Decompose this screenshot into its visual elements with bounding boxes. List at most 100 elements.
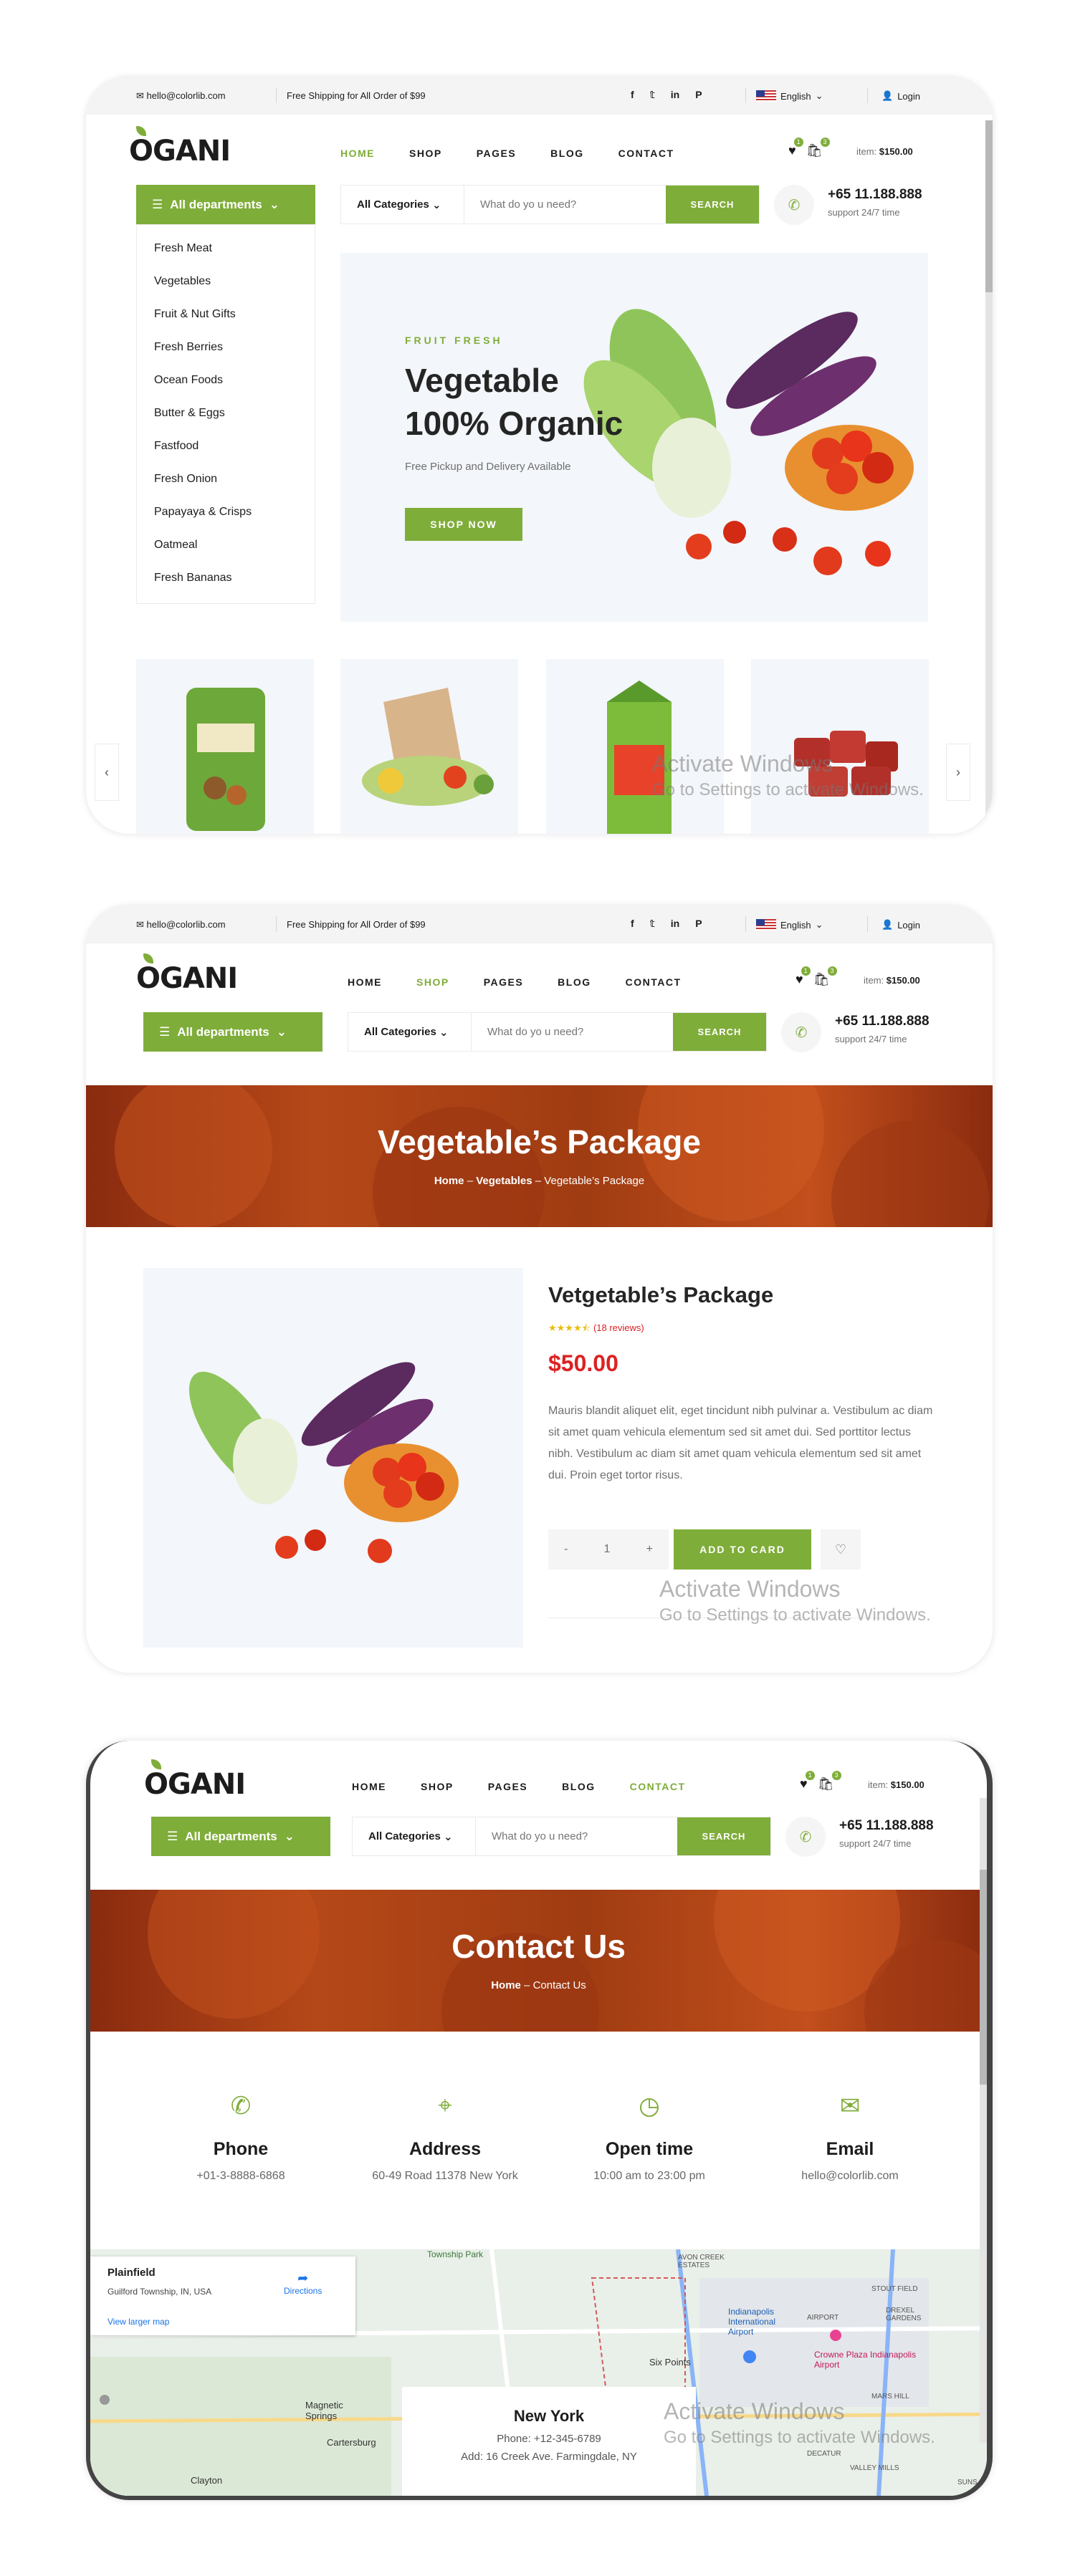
quantity-stepper[interactable]: - 1 + — [548, 1529, 669, 1570]
chevron-left-icon[interactable]: ‹ — [95, 744, 119, 801]
twitter-icon[interactable]: 𝕥 — [650, 918, 655, 930]
contact-item-value: 60-49 Road 11378 New York — [372, 2170, 518, 2182]
login-link[interactable]: 👤 Login — [882, 90, 920, 102]
google-map[interactable]: Plainfield Guilford Township, IN, USA Vi… — [90, 2249, 987, 2496]
facebook-icon[interactable]: f — [631, 918, 634, 930]
twitter-icon[interactable]: 𝕥 — [650, 89, 655, 101]
cart-total: item: $150.00 — [868, 1779, 924, 1790]
language-selector[interactable]: English ⌄ — [756, 90, 823, 102]
divider — [867, 916, 868, 932]
search-button[interactable]: SEARCH — [666, 186, 759, 224]
quantity-value[interactable]: 1 — [604, 1543, 611, 1556]
department-item[interactable]: Butter & Eggs — [154, 397, 315, 430]
pinterest-icon[interactable]: P — [695, 918, 702, 930]
grocery-bag-image — [362, 688, 494, 806]
nav-blog[interactable]: BLOG — [558, 976, 591, 988]
nav-shop[interactable]: SHOP — [416, 976, 449, 988]
pinterest-icon[interactable]: P — [695, 89, 702, 101]
watermark-line2: Go to Settings to activate Windows. — [664, 2428, 935, 2447]
department-item[interactable]: Fastfood — [154, 430, 315, 463]
product-description: Mauris blandit aliquet elit, eget tincid… — [548, 1405, 933, 1481]
heart-icon[interactable]: ♡ — [821, 1529, 861, 1570]
department-item[interactable]: Fresh Meat — [154, 232, 315, 265]
all-departments-button[interactable]: ☰ All departments ⌄ — [151, 1817, 330, 1856]
login-link[interactable]: 👤 Login — [882, 919, 920, 931]
shopping-bag-icon[interactable]: 🛍 3 — [818, 1771, 841, 1792]
breadcrumb-home[interactable]: Home — [434, 1175, 464, 1187]
nav-blog[interactable]: BLOG — [550, 148, 583, 159]
nav-contact[interactable]: CONTACT — [626, 976, 682, 988]
nav-pages[interactable]: PAGES — [488, 1781, 527, 1792]
all-departments-button[interactable]: ☰ All departments ⌄ — [143, 1012, 322, 1052]
breadcrumb-home[interactable]: Home — [491, 1979, 521, 1991]
department-item[interactable]: Fruit & Nut Gifts — [154, 298, 315, 331]
search-input[interactable] — [476, 1817, 677, 1855]
scrollbar[interactable] — [980, 1798, 987, 2443]
nav-pages[interactable]: PAGES — [477, 148, 516, 159]
linkedin-icon[interactable]: in — [671, 918, 679, 930]
search-input[interactable] — [472, 1013, 673, 1051]
divider — [745, 916, 746, 932]
cart-total-value: $150.00 — [890, 1779, 924, 1790]
cart-item-label: item: — [864, 975, 884, 986]
contact-item-label: Address — [408, 2139, 482, 2159]
shopping-bag-icon[interactable]: 🛍 3 — [806, 138, 830, 158]
language-selector[interactable]: English ⌄ — [756, 919, 823, 931]
banner-title: Vegetable’s Package — [378, 1123, 701, 1160]
department-item[interactable]: Ocean Foods — [154, 364, 315, 397]
nav-shop[interactable]: SHOP — [409, 148, 442, 159]
category-select[interactable]: All Categories ⌄ — [348, 1013, 472, 1051]
search-button[interactable]: SEARCH — [677, 1817, 770, 1855]
nav-contact[interactable]: CONTACT — [618, 148, 674, 159]
department-item[interactable]: Fresh Onion — [154, 463, 315, 496]
nav-pages[interactable]: PAGES — [484, 976, 523, 988]
department-item[interactable]: Oatmeal — [154, 529, 315, 562]
site-logo[interactable]: OGANI — [129, 126, 231, 168]
shop-now-button[interactable]: SHOP NOW — [405, 508, 522, 541]
search-input[interactable] — [464, 186, 666, 224]
nav-home[interactable]: HOME — [348, 976, 382, 988]
watermark-line2: Go to Settings to activate Windows. — [659, 1605, 931, 1625]
add-to-cart-button[interactable]: ADD TO CARD — [674, 1529, 811, 1570]
view-larger-map-link[interactable]: View larger map — [108, 2317, 169, 2327]
nav-contact[interactable]: CONTACT — [630, 1781, 686, 1792]
nav-home[interactable]: HOME — [352, 1781, 386, 1792]
review-count[interactable]: (18 reviews) — [593, 1322, 644, 1333]
category-select[interactable]: All Categories ⌄ — [353, 1817, 476, 1855]
scrollbar-thumb[interactable] — [980, 1870, 987, 2085]
category-select[interactable]: All Categories ⌄ — [341, 186, 464, 224]
login-label: Login — [897, 90, 920, 102]
nav-shop[interactable]: SHOP — [421, 1781, 454, 1792]
map-label: VALLEY MILLS — [850, 2464, 899, 2472]
facebook-icon[interactable]: f — [631, 89, 634, 101]
all-departments-label: All departments — [185, 1829, 277, 1843]
category-card[interactable] — [546, 659, 724, 834]
divider — [745, 87, 746, 103]
wishlist-icon[interactable]: ♥ 1 — [788, 138, 803, 158]
chevron-right-icon[interactable]: › — [946, 744, 970, 801]
shopping-bag-icon[interactable]: 🛍 3 — [813, 966, 837, 987]
nav-home[interactable]: HOME — [340, 148, 375, 159]
scrollbar-thumb[interactable] — [985, 120, 993, 292]
department-item[interactable]: Vegetables — [154, 265, 315, 298]
category-card[interactable] — [751, 659, 929, 834]
breadcrumb: Home – Vegetables – Vegetable’s Package — [434, 1175, 645, 1187]
site-logo[interactable]: OGANI — [144, 1759, 246, 1801]
category-card[interactable] — [340, 659, 518, 834]
wishlist-icon[interactable]: ♥ 1 — [800, 1771, 815, 1792]
search-button[interactable]: SEARCH — [673, 1013, 766, 1051]
site-logo[interactable]: OGANI — [136, 953, 238, 995]
department-item[interactable]: Fresh Berries — [154, 331, 315, 364]
all-departments-button[interactable]: ☰ All departments ⌄ — [136, 185, 315, 224]
category-card[interactable] — [136, 659, 314, 834]
scrollbar[interactable] — [985, 120, 993, 815]
department-item[interactable]: Fresh Bananas — [154, 562, 315, 595]
linkedin-icon[interactable]: in — [671, 89, 679, 101]
department-item[interactable]: Papayaya & Crisps — [154, 496, 315, 529]
plus-icon[interactable]: + — [646, 1543, 653, 1556]
minus-icon[interactable]: - — [564, 1543, 568, 1556]
nav-blog[interactable]: BLOG — [562, 1781, 595, 1792]
wishlist-icon[interactable]: ♥ 1 — [796, 966, 811, 987]
directions-link[interactable]: ➦ Directions — [284, 2271, 322, 2296]
breadcrumb-vegetables[interactable]: Vegetables — [476, 1175, 532, 1187]
